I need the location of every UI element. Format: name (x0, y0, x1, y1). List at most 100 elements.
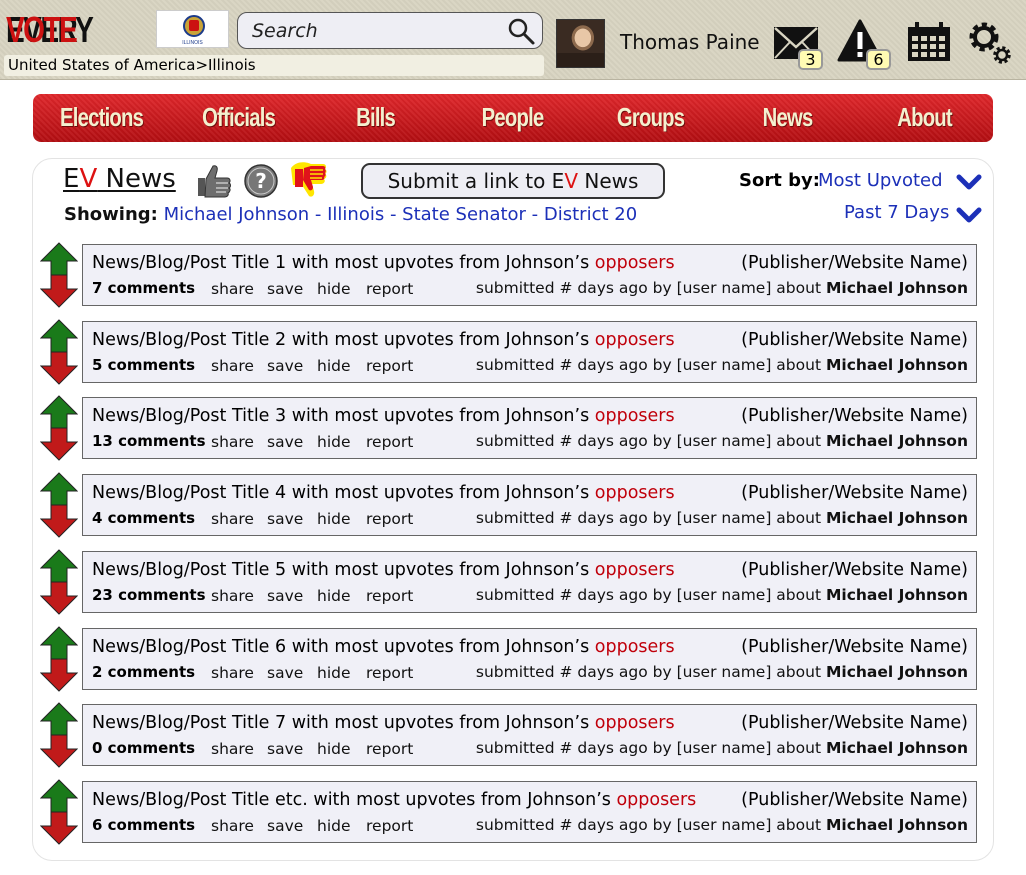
nav-about[interactable]: About (871, 94, 978, 142)
avatar[interactable] (556, 19, 605, 68)
thumbs-down-icon[interactable] (288, 160, 330, 200)
comments-link[interactable]: 0 comments (92, 739, 195, 757)
chevron-down-icon[interactable] (956, 172, 982, 192)
publisher-name[interactable]: (Publisher/Website Name) (741, 253, 968, 273)
share-link[interactable]: share (211, 740, 254, 758)
publisher-name[interactable]: (Publisher/Website Name) (741, 483, 968, 503)
report-link[interactable]: report (366, 817, 413, 835)
post-title[interactable]: News/Blog/Post Title 3 with most upvotes… (92, 406, 675, 426)
downvote-arrow-icon[interactable] (40, 274, 78, 308)
showing-value[interactable]: Michael Johnson - Illinois - State Senat… (164, 204, 638, 225)
hide-link[interactable]: hide (317, 587, 351, 605)
upvote-arrow-icon[interactable] (40, 472, 78, 506)
post-title[interactable]: News/Blog/Post Title 5 with most upvotes… (92, 560, 675, 580)
upvote-arrow-icon[interactable] (40, 549, 78, 583)
nav-officials[interactable]: Officials (185, 94, 292, 142)
hide-link[interactable]: hide (317, 510, 351, 528)
meta-subject[interactable]: Michael Johnson (826, 509, 968, 527)
comments-link[interactable]: 4 comments (92, 509, 195, 527)
thumbs-up-icon[interactable] (194, 162, 232, 198)
share-link[interactable]: share (211, 357, 254, 375)
submit-link-button[interactable]: Submit a link to EV News (361, 163, 665, 199)
nav-groups[interactable]: Groups (597, 94, 704, 142)
gear-icon[interactable] (967, 20, 1013, 66)
upvote-arrow-icon[interactable] (40, 319, 78, 353)
publisher-name[interactable]: (Publisher/Website Name) (741, 637, 968, 657)
everyvote-logo[interactable]: EVERY VOTE (6, 8, 94, 52)
post-title[interactable]: News/Blog/Post Title 2 with most upvotes… (92, 330, 675, 350)
meta-subject[interactable]: Michael Johnson (826, 739, 968, 757)
meta-subject[interactable]: Michael Johnson (826, 663, 968, 681)
nav-bills[interactable]: Bills (322, 94, 429, 142)
username[interactable]: Thomas Paine (620, 30, 760, 54)
upvote-arrow-icon[interactable] (40, 395, 78, 429)
hide-link[interactable]: hide (317, 740, 351, 758)
save-link[interactable]: save (267, 587, 303, 605)
share-link[interactable]: share (211, 817, 254, 835)
comments-link[interactable]: 7 comments (92, 279, 195, 297)
save-link[interactable]: save (267, 740, 303, 758)
illinois-flag-icon[interactable]: ILLINOIS (156, 10, 229, 48)
downvote-arrow-icon[interactable] (40, 581, 78, 615)
save-link[interactable]: save (267, 664, 303, 682)
comments-link[interactable]: 6 comments (92, 816, 195, 834)
save-link[interactable]: save (267, 510, 303, 528)
hide-link[interactable]: hide (317, 280, 351, 298)
downvote-arrow-icon[interactable] (40, 427, 78, 461)
meta-subject[interactable]: Michael Johnson (826, 356, 968, 374)
downvote-arrow-icon[interactable] (40, 811, 78, 845)
nav-news[interactable]: News (734, 94, 841, 142)
report-link[interactable]: report (366, 433, 413, 451)
downvote-arrow-icon[interactable] (40, 734, 78, 768)
upvote-arrow-icon[interactable] (40, 779, 78, 813)
report-link[interactable]: report (366, 587, 413, 605)
hide-link[interactable]: hide (317, 433, 351, 451)
share-link[interactable]: share (211, 587, 254, 605)
report-link[interactable]: report (366, 740, 413, 758)
hide-link[interactable]: hide (317, 664, 351, 682)
comments-link[interactable]: 2 comments (92, 663, 195, 681)
report-link[interactable]: report (366, 664, 413, 682)
calendar-icon[interactable] (905, 21, 953, 63)
comments-link[interactable]: 13 comments (92, 432, 206, 450)
downvote-arrow-icon[interactable] (40, 351, 78, 385)
ev-news-title[interactable]: EV News (63, 164, 176, 194)
meta-subject[interactable]: Michael Johnson (826, 586, 968, 604)
comments-link[interactable]: 23 comments (92, 586, 206, 604)
share-link[interactable]: share (211, 510, 254, 528)
post-title[interactable]: News/Blog/Post Title 4 with most upvotes… (92, 483, 675, 503)
publisher-name[interactable]: (Publisher/Website Name) (741, 560, 968, 580)
comments-link[interactable]: 5 comments (92, 356, 195, 374)
upvote-arrow-icon[interactable] (40, 702, 78, 736)
save-link[interactable]: save (267, 357, 303, 375)
publisher-name[interactable]: (Publisher/Website Name) (741, 713, 968, 733)
help-icon[interactable]: ? (243, 163, 279, 199)
report-link[interactable]: report (366, 510, 413, 528)
report-link[interactable]: report (366, 280, 413, 298)
meta-subject[interactable]: Michael Johnson (826, 816, 968, 834)
sort-select[interactable]: Most Upvoted (818, 170, 943, 191)
downvote-arrow-icon[interactable] (40, 504, 78, 538)
share-link[interactable]: share (211, 664, 254, 682)
save-link[interactable]: save (267, 433, 303, 451)
publisher-name[interactable]: (Publisher/Website Name) (741, 406, 968, 426)
publisher-name[interactable]: (Publisher/Website Name) (741, 330, 968, 350)
hide-link[interactable]: hide (317, 817, 351, 835)
save-link[interactable]: save (267, 817, 303, 835)
time-range-select[interactable]: Past 7 Days (844, 202, 949, 223)
chevron-down-icon[interactable] (956, 205, 982, 225)
report-link[interactable]: report (366, 357, 413, 375)
publisher-name[interactable]: (Publisher/Website Name) (741, 790, 968, 810)
share-link[interactable]: share (211, 433, 254, 451)
upvote-arrow-icon[interactable] (40, 242, 78, 276)
save-link[interactable]: save (267, 280, 303, 298)
search-input[interactable] (252, 17, 502, 45)
nav-elections[interactable]: Elections (48, 94, 155, 142)
search-icon[interactable] (506, 16, 536, 46)
meta-subject[interactable]: Michael Johnson (826, 279, 968, 297)
meta-subject[interactable]: Michael Johnson (826, 432, 968, 450)
post-title[interactable]: News/Blog/Post Title 7 with most upvotes… (92, 713, 675, 733)
post-title[interactable]: News/Blog/Post Title 6 with most upvotes… (92, 637, 675, 657)
share-link[interactable]: share (211, 280, 254, 298)
post-title[interactable]: News/Blog/Post Title 1 with most upvotes… (92, 253, 675, 273)
